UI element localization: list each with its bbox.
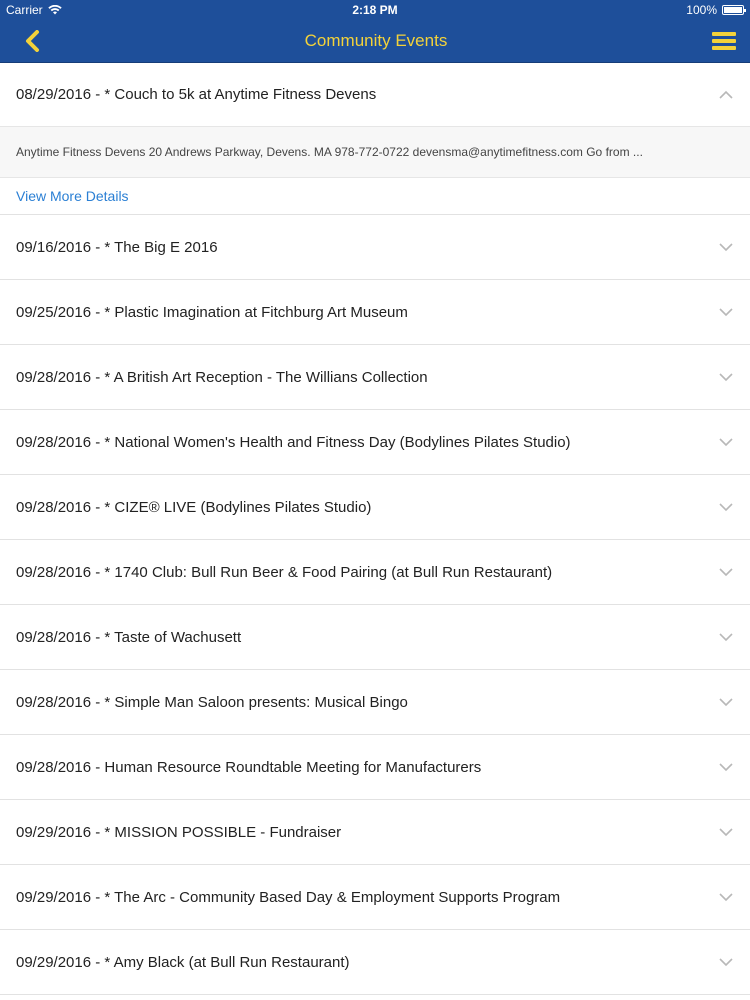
chevron-down-icon (719, 503, 733, 512)
hamburger-icon (711, 32, 736, 50)
battery-percent: 100% (686, 3, 717, 17)
status-bar: Carrier 2:18 PM 100% (0, 0, 750, 20)
chevron-down-icon (719, 763, 733, 772)
chevron-down-icon (719, 438, 733, 447)
event-row[interactable]: 09/29/2016 - * MISSION POSSIBLE - Fundra… (0, 800, 750, 865)
event-row[interactable]: 09/28/2016 - * Taste of Wachusett (0, 605, 750, 670)
event-title: 09/28/2016 - * CIZE® LIVE (Bodylines Pil… (16, 498, 372, 516)
event-title: 08/29/2016 - * Couch to 5k at Anytime Fi… (16, 86, 377, 103)
event-detail: Anytime Fitness Devens 20 Andrews Parkwa… (0, 126, 750, 178)
event-title: 09/28/2016 - * A British Art Reception -… (16, 368, 428, 386)
chevron-down-icon (719, 893, 733, 902)
chevron-left-icon (26, 30, 39, 52)
event-row[interactable]: 09/16/2016 - * The Big E 2016 (0, 215, 750, 280)
chevron-down-icon (719, 633, 733, 642)
back-button[interactable] (16, 25, 48, 57)
event-title: 09/25/2016 - * Plastic Imagination at Fi… (16, 303, 408, 321)
event-row[interactable]: 09/28/2016 - * National Women's Health a… (0, 410, 750, 475)
chevron-down-icon (719, 698, 733, 707)
nav-bar: Community Events (0, 20, 750, 63)
event-title: 09/29/2016 - * Amy Black (at Bull Run Re… (16, 953, 350, 971)
event-row[interactable]: 09/25/2016 - * Plastic Imagination at Fi… (0, 280, 750, 345)
event-title: 09/29/2016 - * The Arc - Community Based… (16, 888, 561, 906)
chevron-down-icon (719, 243, 733, 252)
chevron-down-icon (719, 373, 733, 382)
chevron-down-icon (719, 828, 733, 837)
event-row[interactable]: 09/28/2016 - * CIZE® LIVE (Bodylines Pil… (0, 475, 750, 540)
view-more-details-link[interactable]: View More Details (0, 178, 750, 215)
event-title: 09/29/2016 - * MISSION POSSIBLE - Fundra… (16, 823, 342, 841)
chevron-down-icon (719, 568, 733, 577)
event-row[interactable]: 09/29/2016 - * Amy Black (at Bull Run Re… (0, 930, 750, 995)
menu-button[interactable] (704, 25, 736, 57)
event-title: 09/28/2016 - * Simple Man Saloon present… (16, 693, 408, 711)
wifi-icon (47, 5, 62, 15)
carrier-group: Carrier (6, 3, 62, 17)
carrier-label: Carrier (6, 3, 43, 17)
event-title: 09/28/2016 - * National Women's Health a… (16, 433, 571, 451)
event-row-expanded[interactable]: 08/29/2016 - * Couch to 5k at Anytime Fi… (0, 63, 750, 126)
event-row[interactable]: 09/29/2016 - * The Arc - Community Based… (0, 865, 750, 930)
battery-group: 100% (686, 3, 746, 17)
event-row[interactable]: 09/28/2016 - Human Resource Roundtable M… (0, 735, 750, 800)
chevron-down-icon (719, 308, 733, 317)
clock: 2:18 PM (352, 3, 398, 17)
event-row[interactable]: 09/28/2016 - * 1740 Club: Bull Run Beer … (0, 540, 750, 605)
events-list: 08/29/2016 - * Couch to 5k at Anytime Fi… (0, 63, 750, 995)
event-title: 09/16/2016 - * The Big E 2016 (16, 238, 218, 256)
battery-icon (722, 5, 746, 15)
event-title: 09/28/2016 - Human Resource Roundtable M… (16, 758, 482, 776)
chevron-up-icon (719, 90, 733, 99)
event-title: 09/28/2016 - * Taste of Wachusett (16, 628, 242, 646)
event-title: 09/28/2016 - * 1740 Club: Bull Run Beer … (16, 563, 553, 581)
page-title: Community Events (304, 31, 448, 50)
chevron-down-icon (719, 958, 733, 967)
event-row[interactable]: 09/28/2016 - * Simple Man Saloon present… (0, 670, 750, 735)
event-row[interactable]: 09/28/2016 - * A British Art Reception -… (0, 345, 750, 410)
